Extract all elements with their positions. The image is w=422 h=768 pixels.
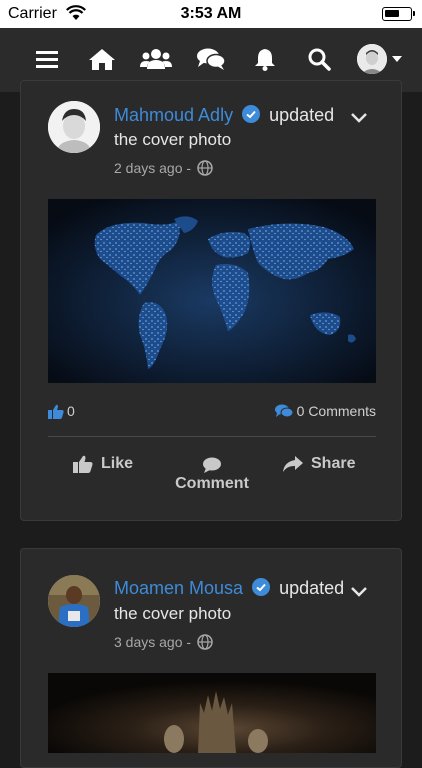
- thumbs-up-icon: [48, 404, 64, 419]
- globe-icon: [197, 634, 213, 650]
- chevron-down-icon[interactable]: [349, 107, 369, 127]
- comment-count-value: 0 Comments: [296, 403, 376, 419]
- comments-icon: [274, 404, 293, 418]
- verified-badge-icon: [252, 578, 271, 596]
- chevron-down-icon[interactable]: [349, 581, 369, 601]
- post-meta: 3 days ago -: [114, 634, 213, 650]
- post-meta: 2 days ago -: [114, 160, 213, 176]
- like-button[interactable]: Like: [73, 455, 133, 473]
- clock: 3:53 AM: [180, 5, 242, 22]
- search-icon[interactable]: [306, 42, 332, 76]
- author-avatar[interactable]: [48, 575, 100, 627]
- post-action-text: updated: [279, 578, 345, 598]
- home-icon[interactable]: [86, 42, 118, 76]
- post-action-text: updated: [269, 105, 335, 125]
- cover-photo[interactable]: [48, 673, 376, 753]
- author-name[interactable]: Moamen Mousa: [114, 578, 243, 598]
- menu-icon[interactable]: [34, 42, 60, 76]
- post-subtitle: the cover photo: [114, 604, 232, 623]
- like-count[interactable]: 0: [48, 403, 75, 419]
- dropdown-icon[interactable]: [390, 42, 404, 76]
- cover-photo[interactable]: [48, 199, 376, 383]
- globe-icon: [197, 160, 213, 176]
- comment-icon: [203, 457, 221, 473]
- divider: [48, 436, 376, 437]
- post-card: Moamen Mousa updated the cover photo 3 d…: [20, 548, 402, 768]
- share-icon: [283, 456, 303, 472]
- comment-count[interactable]: 0 Comments: [274, 403, 376, 419]
- messages-icon[interactable]: [195, 42, 227, 76]
- groups-icon[interactable]: [139, 42, 173, 76]
- post-stats: 0 0 Comments: [48, 403, 376, 423]
- post-time[interactable]: 2 days ago -: [114, 160, 191, 176]
- profile-avatar[interactable]: [356, 42, 388, 76]
- comment-button[interactable]: Comment: [171, 457, 253, 493]
- post-time[interactable]: 3 days ago -: [114, 634, 191, 650]
- post-header-line: Moamen Mousa updated: [114, 578, 344, 599]
- author-avatar[interactable]: [48, 101, 100, 153]
- author-name[interactable]: Mahmoud Adly: [114, 105, 233, 125]
- battery-icon: [382, 7, 415, 21]
- status-bar: Carrier 3:53 AM: [0, 0, 422, 28]
- thumbs-up-icon: [73, 455, 93, 473]
- notifications-icon[interactable]: [252, 42, 278, 76]
- post-subtitle: the cover photo: [114, 130, 232, 149]
- share-button[interactable]: Share: [283, 455, 355, 473]
- share-label: Share: [311, 455, 356, 472]
- comment-label: Comment: [175, 475, 249, 492]
- post-card: Mahmoud Adly updated the cover photo 2 d…: [20, 80, 402, 521]
- post-header-line: Mahmoud Adly updated: [114, 105, 334, 126]
- like-label: Like: [101, 455, 134, 472]
- verified-badge-icon: [242, 105, 261, 123]
- like-count-value: 0: [67, 403, 75, 419]
